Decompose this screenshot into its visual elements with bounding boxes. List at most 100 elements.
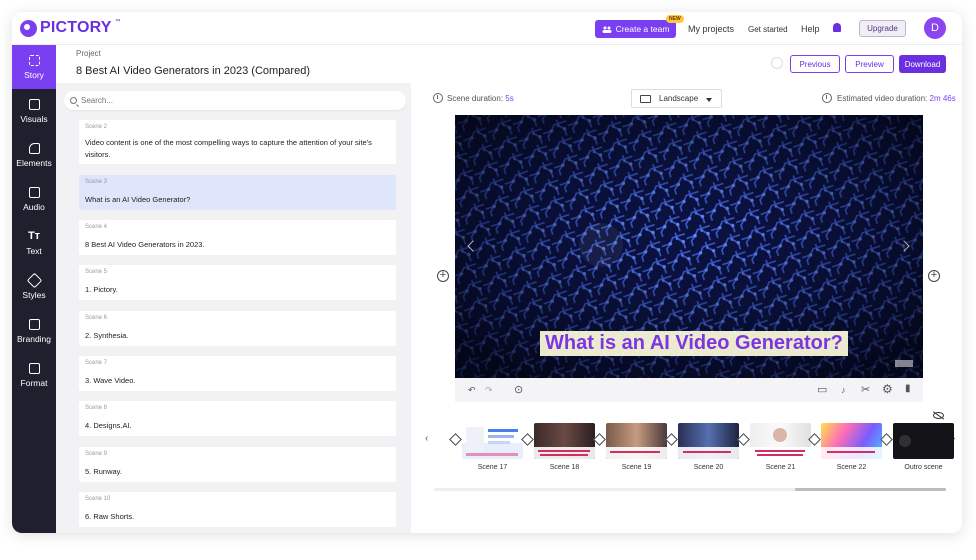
scene-duration: Scene duration: 5s	[447, 94, 514, 103]
scene-text: 4. Designs.AI.	[85, 421, 132, 430]
timeline-left-icon[interactable]: ‹	[425, 433, 428, 444]
layer-icon[interactable]	[449, 433, 462, 446]
orientation-select[interactable]: Landscape	[631, 89, 722, 108]
scene-number: Scene 7	[85, 360, 108, 366]
story-grid-icon	[28, 55, 40, 66]
download-button[interactable]: Download	[899, 55, 946, 73]
scene-card[interactable]: Scene 9 5. Runway.	[79, 447, 396, 482]
scene-card[interactable]: Scene 6 2. Synthesia.	[79, 311, 396, 346]
video-caption[interactable]: What is an AI Video Generator?	[540, 331, 848, 356]
nav-audio-label: Audio	[23, 202, 45, 212]
search-input[interactable]	[81, 96, 381, 105]
nav-text[interactable]: Tт Text	[12, 221, 56, 265]
scene-text: 3. Wave Video.	[85, 376, 136, 385]
layer-icon[interactable]	[593, 433, 606, 446]
shapes-icon	[28, 143, 40, 154]
scene-card[interactable]: Scene 2 Video content is one of the most…	[79, 120, 396, 164]
project-title[interactable]: 8 Best AI Video Generators in 2023 (Comp…	[76, 65, 310, 77]
layer-icon[interactable]	[880, 433, 893, 446]
estimated-duration: Estimated video duration: 2m 46s	[837, 94, 956, 103]
upgrade-button[interactable]: Upgrade	[859, 20, 906, 37]
redo-icon[interactable]: ↷	[485, 385, 493, 396]
scene-19-thumbnail	[606, 447, 667, 459]
project-label: Project	[76, 49, 101, 58]
text-icon: Tт	[27, 230, 41, 242]
nav-audio[interactable]: Audio	[12, 177, 56, 221]
thumb-label: Scene 18	[549, 464, 580, 471]
nav-story[interactable]: Story	[12, 45, 56, 89]
timeline-thumb-scene-21[interactable]	[750, 423, 811, 459]
timeline-thumb-scene-22[interactable]	[821, 423, 882, 459]
scene-text: 6. Raw Shorts.	[85, 512, 135, 521]
timeline-scroll-thumb[interactable]	[795, 488, 946, 491]
scene-number: Scene 6	[85, 315, 108, 321]
nav-format[interactable]: Format	[12, 353, 56, 397]
trash-icon[interactable]: ▮	[905, 383, 911, 394]
nav-elements[interactable]: Elements	[12, 133, 56, 177]
video-preview[interactable]: What is an AI Video Generator?	[455, 115, 923, 378]
scene-search[interactable]	[64, 91, 406, 110]
nav-story-label: Story	[24, 70, 44, 80]
layer-icon[interactable]	[737, 433, 750, 446]
scene-number: Scene 8	[85, 405, 108, 411]
nav-visuals[interactable]: Visuals	[12, 89, 56, 133]
scene-card[interactable]: Scene 7 3. Wave Video.	[79, 356, 396, 391]
create-team-button[interactable]: Create a team	[595, 20, 676, 38]
team-icon	[602, 26, 612, 33]
logo-text: PICTORY	[40, 19, 112, 36]
status-circle-icon	[771, 57, 783, 69]
caption-icon[interactable]: ▭	[817, 383, 827, 396]
timeline-thumb-scene-17[interactable]	[462, 423, 523, 459]
hide-timeline-icon[interactable]	[933, 412, 944, 419]
scissors-icon[interactable]: ✂	[861, 383, 870, 396]
nav-format-label: Format	[20, 378, 48, 388]
play-icon[interactable]: ⊙	[514, 383, 523, 396]
search-icon	[70, 97, 77, 104]
timeline-thumb-scene-18[interactable]	[534, 423, 595, 459]
left-nav: Story Visuals Elements Audio Tт Text Sty…	[12, 45, 56, 533]
scene-number: Scene 3	[85, 179, 108, 185]
bell-icon[interactable]	[833, 23, 841, 32]
scene-card[interactable]: Scene 10 6. Raw Shorts.	[79, 492, 396, 527]
add-scene-before-icon[interactable]: +	[437, 270, 449, 282]
timeline-thumb-scene-19[interactable]	[606, 423, 667, 459]
clock-icon	[433, 93, 443, 103]
scene-duration-label: Scene duration:	[447, 94, 504, 103]
preview-button[interactable]: Preview	[845, 55, 894, 73]
scene-21-thumbnail	[750, 428, 811, 459]
scene-card[interactable]: Scene 5 1. Pictory.	[79, 265, 396, 300]
nav-styles-label: Styles	[22, 290, 46, 300]
get-started-link[interactable]: Get started	[748, 25, 788, 34]
thumb-label: Outro scene	[904, 464, 943, 471]
scene-text: What is an AI Video Generator?	[85, 195, 191, 204]
nav-elements-label: Elements	[16, 158, 52, 168]
previous-button[interactable]: Previous	[790, 55, 840, 73]
nav-styles[interactable]: Styles	[12, 265, 56, 309]
scene-card[interactable]: Scene 4 8 Best AI Video Generators in 20…	[79, 220, 396, 255]
help-link[interactable]: Help	[801, 24, 820, 34]
scene-number: Scene 4	[85, 224, 108, 230]
estimated-duration-value: 2m 46s	[929, 94, 956, 103]
nav-text-label: Text	[26, 246, 42, 256]
nav-branding-label: Branding	[16, 334, 52, 344]
scene-duration-value[interactable]: 5s	[505, 94, 513, 103]
layer-icon[interactable]	[665, 433, 678, 446]
settings-gear-icon[interactable]: ⚙	[882, 382, 893, 396]
app-window: PICTORY ™ Create a team NEW My projects …	[12, 12, 962, 533]
scene-card[interactable]: Scene 8 4. Designs.AI.	[79, 401, 396, 436]
nav-branding[interactable]: Branding	[12, 309, 56, 353]
timeline-scrollbar[interactable]	[434, 488, 946, 491]
undo-icon[interactable]: ↶	[468, 385, 476, 396]
layer-icon[interactable]	[521, 433, 534, 446]
nav-visuals-label: Visuals	[20, 114, 48, 124]
microphone-icon[interactable]: ♪	[841, 385, 846, 395]
avatar[interactable]: D	[924, 17, 946, 39]
timeline-thumb-outro[interactable]	[893, 423, 954, 459]
scene-20-thumbnail	[678, 447, 739, 459]
my-projects-link[interactable]: My projects	[688, 24, 734, 34]
timeline-thumb-scene-20[interactable]	[678, 423, 739, 459]
thumb-label: Scene 19	[621, 464, 652, 471]
add-scene-after-icon[interactable]: +	[928, 270, 940, 282]
pictory-logo[interactable]: PICTORY ™	[20, 19, 121, 37]
scene-card-selected[interactable]: Scene 3 What is an AI Video Generator?	[79, 175, 396, 210]
